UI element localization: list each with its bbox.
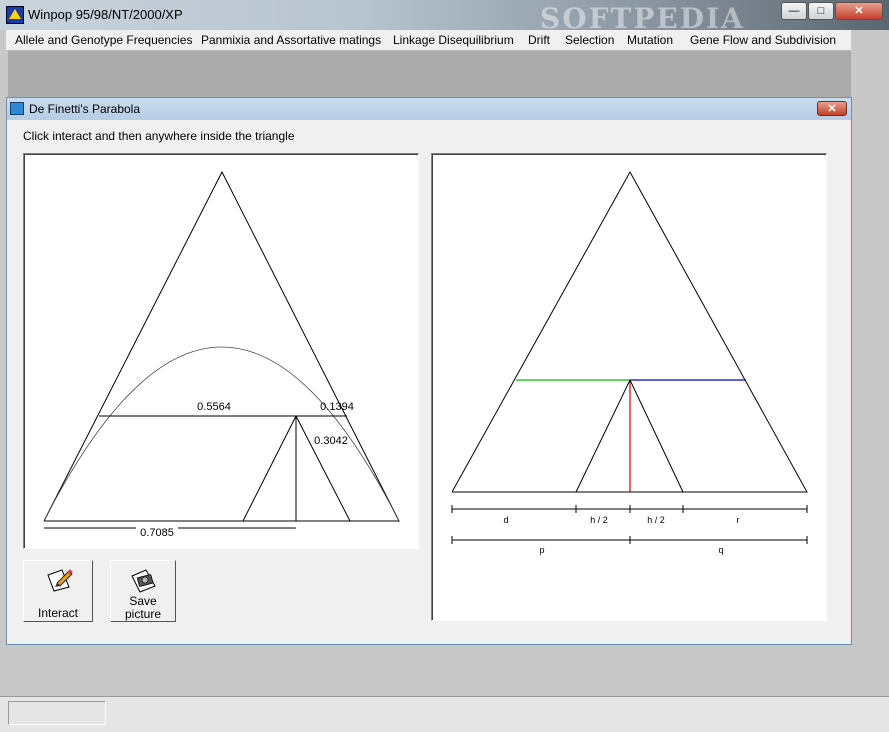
left-slant-line: [575, 379, 631, 493]
right-plot-panel: d h / 2 h / 2 r p q: [431, 153, 827, 621]
child-window-icon: [10, 102, 24, 115]
menu-linkage[interactable]: Linkage Disequilibrium: [393, 33, 514, 47]
interact-button[interactable]: Interact: [23, 560, 93, 622]
definetti-triangle-plot[interactable]: 0.5564 0.1394 0.3042 0.7085: [24, 154, 418, 548]
label-h-half-1: h / 2: [590, 515, 608, 525]
menu-allele-genotype[interactable]: Allele and Genotype Frequencies: [15, 33, 192, 47]
close-button[interactable]: ✕: [835, 2, 883, 20]
definetti-window: De Finetti's Parabola ✕ Click interact a…: [6, 97, 852, 645]
hardy-weinberg-parabola: [43, 346, 400, 522]
menu-drift[interactable]: Drift: [528, 33, 550, 47]
pencil-paper-icon: [47, 569, 73, 592]
save-picture-button[interactable]: Save picture: [110, 560, 176, 622]
triangle-outline: [43, 170, 400, 522]
menu-gene-flow[interactable]: Gene Flow and Subdivision: [690, 33, 836, 47]
maximize-button[interactable]: □: [808, 2, 834, 20]
right-slant-line: [295, 415, 351, 522]
explanation-diagram: d h / 2 h / 2 r p q: [451, 170, 808, 555]
label-q: q: [718, 545, 723, 555]
menu-selection[interactable]: Selection: [565, 33, 614, 47]
right-slant-line: [629, 379, 684, 493]
child-close-button[interactable]: ✕: [817, 101, 847, 116]
app-icon[interactable]: [6, 6, 24, 24]
camera-paper-icon: [131, 569, 156, 593]
left-slant-line: [242, 415, 297, 522]
value-c-label: 0.3042: [314, 435, 348, 447]
interact-label: Interact: [37, 606, 79, 620]
instruction-text: Click interact and then anywhere inside …: [23, 129, 295, 143]
save-label-line2: picture: [124, 607, 162, 621]
minimize-button[interactable]: —: [781, 2, 807, 20]
value-b-label: 0.1394: [320, 401, 354, 413]
label-r: r: [737, 515, 740, 525]
menu-mutation[interactable]: Mutation: [627, 33, 673, 47]
title-bar: Winpop 95/98/NT/2000/XP SOFTPEDIA — □ ✕: [0, 0, 889, 35]
menu-panmixia[interactable]: Panmixia and Assortative matings: [201, 33, 381, 47]
label-d: d: [503, 515, 508, 525]
status-bar: [0, 696, 889, 732]
value-d-label: 0.7085: [140, 527, 174, 539]
label-h-half-2: h / 2: [647, 515, 665, 525]
child-window-title: De Finetti's Parabola: [29, 102, 141, 116]
label-p: p: [539, 545, 544, 555]
window-title: Winpop 95/98/NT/2000/XP: [28, 7, 183, 22]
child-title-bar[interactable]: De Finetti's Parabola ✕: [7, 98, 851, 120]
menu-bar: Allele and Genotype Frequencies Panmixia…: [6, 30, 851, 51]
left-plot-panel[interactable]: 0.5564 0.1394 0.3042 0.7085: [23, 153, 419, 549]
status-pane: [8, 701, 106, 725]
value-a-label: 0.5564: [197, 401, 231, 413]
